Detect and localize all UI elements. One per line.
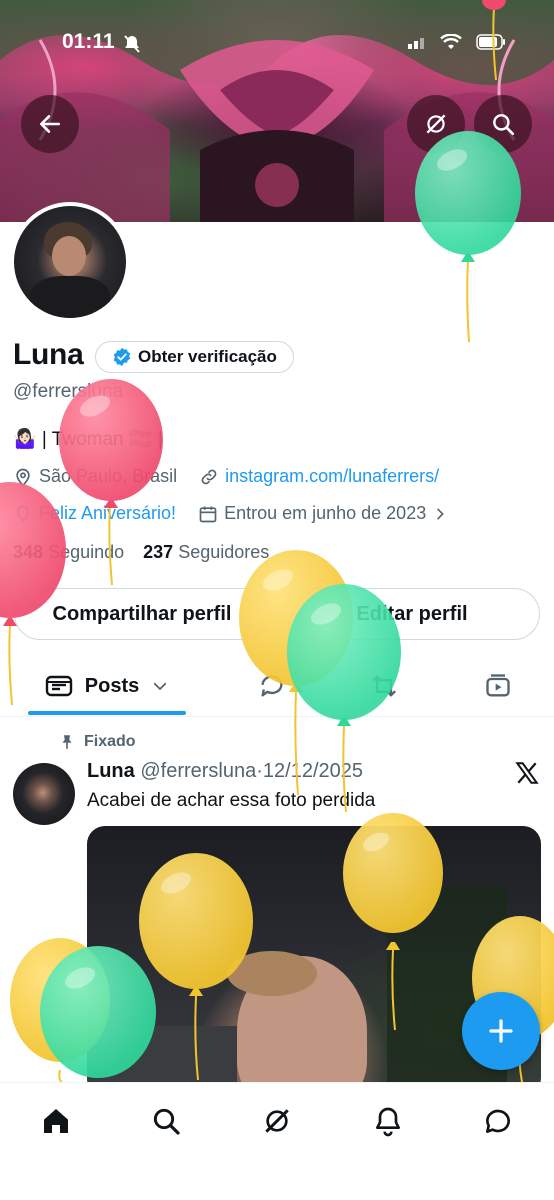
home-icon: [44, 1109, 68, 1133]
message-icon: [486, 1109, 510, 1133]
compose-button[interactable]: [462, 992, 540, 1070]
profile-handle: @ferrersluna: [13, 381, 124, 402]
share-profile-label: Compartilhar perfil: [52, 602, 232, 625]
status-bar: 01:11: [0, 26, 554, 60]
battery-icon: [476, 34, 505, 50]
post-date[interactable]: 12/12/2025: [263, 760, 363, 782]
grok-icon: [265, 1109, 289, 1133]
video-icon: [486, 674, 510, 697]
plus-icon: [489, 1019, 513, 1043]
location-icon: [16, 468, 30, 487]
profile-name: Luna: [13, 338, 84, 371]
nav-search[interactable]: [146, 1101, 186, 1141]
nav-grok[interactable]: [257, 1101, 297, 1141]
profile-tabs: Posts: [0, 655, 554, 717]
back-arrow-icon: [40, 115, 60, 133]
profile-joined[interactable]: Entrou em junho de 2023: [224, 503, 426, 524]
bottom-nav: [0, 1082, 554, 1200]
followers-count: 237: [143, 542, 174, 562]
nav-notifications[interactable]: [368, 1101, 408, 1141]
profile-avatar[interactable]: [10, 202, 130, 322]
post-author-name[interactable]: Luna: [87, 760, 135, 782]
following-link[interactable]: 348 Seguindo: [13, 542, 124, 562]
tab-posts[interactable]: Posts: [28, 655, 186, 717]
x-logo-icon[interactable]: [514, 760, 540, 791]
tab-replies[interactable]: [250, 655, 294, 717]
repost-icon: [372, 675, 396, 697]
reply-icon: [261, 675, 283, 697]
grok-icon: [426, 114, 446, 134]
pinned-indicator: Fixado: [58, 733, 136, 751]
nav-messages[interactable]: [478, 1101, 518, 1141]
profile-location: São Paulo, Brasil: [39, 466, 178, 486]
verified-badge-icon: [113, 347, 131, 367]
grok-button[interactable]: [407, 95, 465, 153]
balloon-icon: [17, 504, 29, 522]
post-author-handle[interactable]: @ferrersluna: [140, 760, 256, 782]
tab-videos[interactable]: [476, 655, 520, 717]
nav-home[interactable]: [36, 1101, 76, 1141]
follow-counts: 348 Seguindo 237 Seguidores: [13, 542, 269, 563]
tab-reposts[interactable]: [362, 655, 406, 717]
tab-active-indicator: [28, 711, 186, 715]
wifi-icon: [440, 34, 462, 49]
post-author-avatar[interactable]: [13, 763, 75, 825]
profile-meta-row-2: Feliz Aniversário! Entrou em junho de 20…: [13, 503, 448, 524]
share-profile-button[interactable]: Compartilhar perfil: [14, 588, 270, 640]
post-text: Acabei de achar essa foto perdida: [87, 790, 376, 811]
following-label: Seguindo: [48, 542, 125, 562]
posts-icon: [45, 675, 72, 697]
calendar-icon: [199, 506, 217, 522]
profile-link[interactable]: instagram.com/lunaferrers/: [225, 466, 439, 487]
pinned-label: Fixado: [84, 733, 136, 750]
post-header: Luna @ferrersluna·12/12/2025: [87, 760, 363, 783]
back-button[interactable]: [21, 95, 79, 153]
profile-meta-row-1: São Paulo, Brasil instagram.com/lunaferr…: [13, 466, 439, 487]
get-verified-label: Obter verificação: [138, 347, 277, 366]
signal-icon: [408, 38, 424, 49]
chevron-right-icon: [437, 508, 445, 519]
followers-link[interactable]: 237 Seguidores: [143, 542, 269, 562]
chevron-down-icon: [154, 682, 167, 691]
profile-bio: 🤷🏻‍♀️ | Twoman 🏳️‍⚧️ |: [13, 429, 163, 450]
search-button[interactable]: [474, 95, 532, 153]
edit-profile-button[interactable]: Editar perfil: [284, 588, 540, 640]
status-icons: [408, 34, 506, 50]
followers-label: Seguidores: [178, 542, 270, 562]
avatar-image: [14, 206, 126, 318]
post-separator: ·: [256, 760, 263, 782]
pin-icon: [62, 735, 72, 749]
mute-icon: [122, 34, 142, 59]
tab-posts-label: Posts: [84, 674, 140, 697]
get-verified-button[interactable]: Obter verificação: [95, 341, 294, 373]
profile-banner[interactable]: 01:11: [0, 0, 554, 222]
bell-icon: [376, 1107, 400, 1137]
search-icon: [493, 114, 515, 136]
link-icon: [201, 469, 217, 484]
search-icon: [153, 1108, 180, 1135]
edit-profile-label: Editar perfil: [356, 602, 468, 625]
status-time: 01:11: [62, 30, 115, 53]
following-count: 348: [13, 542, 44, 562]
profile-birthday[interactable]: Feliz Aniversário!: [39, 503, 176, 524]
